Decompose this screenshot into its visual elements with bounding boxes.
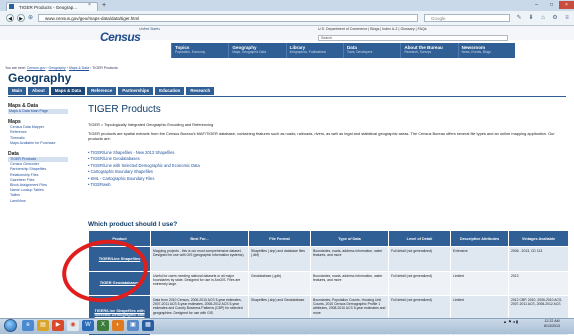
nav-subtitle: Maps, Geographic Data [232,50,266,54]
tab-close-icon[interactable]: × [88,2,91,8]
nav-newsroom[interactable]: Newsroom News, Events, Blogs [457,43,515,58]
table-cell: Full detail (not generalized) [388,271,451,296]
breadcrumb-link[interactable]: Geography [48,66,65,70]
table-cell: Geodatabase (.gdb) [248,271,311,296]
nav-subtitle: Research, Surveys [404,50,432,54]
site-search-input[interactable]: Search [318,35,508,41]
tab-maps-data[interactable]: Maps & Data [50,87,86,95]
table-header-row: Product Best For... File Format Type of … [88,230,569,247]
nav-about[interactable]: About the Bureau Research, Surveys [400,43,457,58]
excel-icon[interactable]: X [97,320,109,331]
breadcrumb-link[interactable]: Maps & Data [69,66,89,70]
folder-icon[interactable]: ▤ [37,320,49,331]
column-header: Level of Detail [388,230,451,247]
column-header: Descriptive Attributes [450,230,509,247]
census-favicon-icon [9,4,14,9]
table-cell: 2006 - 2013, CD 113 [508,246,569,272]
nav-subtitle: Infographics, Publications [289,50,326,54]
pencil-icon[interactable]: ✎ [515,14,523,22]
menu-icon[interactable]: ≡ [563,14,571,22]
gear-icon[interactable]: ⚙ [551,14,559,22]
table-row: TIGER Geodatabases Useful for users need… [88,271,569,296]
clock-date: 8/13/2013 [544,324,560,328]
sidebar-item-maps-data-main[interactable]: Maps & Data Main Page [8,109,68,115]
nav-library[interactable]: Library Infographics, Publications [285,43,343,58]
minimize-button[interactable]: – [529,1,544,9]
site-identity-icon[interactable]: ⊕ [28,14,33,21]
product-link-list: TIGER/Line Shapefiles - New 2013 Shapefi… [88,150,200,188]
table-cell: Limited [450,271,509,296]
table-cell: Boundaries, roads, address information, … [310,271,389,296]
nav-data[interactable]: Data Tools, Developers [342,43,400,58]
nav-subtitle: Population, Economy [175,50,206,54]
new-tab-button[interactable]: + [102,2,106,10]
tab-education[interactable]: Education [155,87,185,95]
address-bar[interactable]: www.census.gov/geo/maps-data/data/tiger.… [38,14,418,22]
breadcrumb-link[interactable]: Census.gov [27,66,45,70]
breadcrumb-current: TIGER Products [92,66,118,70]
forward-arrow-icon[interactable]: ▶ [17,14,25,22]
product-link[interactable]: TIGERweb [88,182,200,188]
maximize-button[interactable]: □ [544,1,559,9]
table-cell: Useful for users needing national datase… [150,271,249,296]
utility-links[interactable]: U.S. Department of Commerce | Blogs | In… [318,27,427,31]
table-cell: Full detail (not generalized) [388,246,451,272]
firefox-icon[interactable]: ◐ [112,320,124,331]
tab-about[interactable]: About [28,87,49,95]
breadcrumb-prefix: You are here: [5,66,27,70]
breadcrumb: You are here: Census.gov › Geography › M… [5,66,118,70]
media-player-icon[interactable]: ▶ [52,320,64,331]
section-tabs: Main About Maps & Data Reference Partner… [8,87,215,95]
sidebar-item-landview[interactable]: LandView [8,199,68,204]
table-cell: Mapping projects - this is our most comp… [150,246,249,272]
nav-geography[interactable]: Geography Maps, Geographic Data [228,43,285,58]
browser-tab[interactable]: TIGER Products - Geograp... [6,2,98,11]
column-header: File Format [248,230,311,247]
tab-title: TIGER Products - Geograp... [19,5,78,10]
table-row: TIGER/Line Shapefiles Mapping projects -… [88,246,569,272]
acronym-text: TIGER = Topologically Integrated Geograp… [88,122,214,127]
app-icon[interactable]: ▣ [127,320,139,331]
sidebar-item-maps-for-purchase[interactable]: Maps Available for Purchase [8,141,68,146]
download-arrow-icon[interactable]: ⬇ [527,14,535,22]
browser-search-input[interactable]: Google [424,14,510,22]
intro-paragraph: TIGER products are spatial extracts from… [88,131,555,141]
column-header: Best For... [150,230,249,247]
back-arrow-icon[interactable]: ◀ [6,14,14,22]
tab-partnerships[interactable]: Partnerships [118,87,154,95]
start-button[interactable] [4,319,17,332]
word-icon[interactable]: W [82,320,94,331]
system-tray[interactable]: ▲ ⚑ ◂ ▮ [503,319,518,324]
nav-subtitle: News, Events, Blogs [461,50,491,54]
divider [8,96,566,97]
column-header: Vintages Available [508,230,569,247]
census-logo[interactable]: United States Census [100,27,160,50]
window-controls: – □ × [529,1,574,9]
content-heading: TIGER Products [88,104,161,115]
site-main-nav: Topics Population, Economy Geography Maps,… [171,43,515,58]
home-icon[interactable]: ⌂ [539,14,547,22]
clock[interactable]: 12:22 AM 8/13/2013 [544,319,560,329]
table-cell: Boundaries, roads, address information, … [310,246,389,272]
chrome-icon[interactable]: ◉ [67,320,79,331]
tab-research[interactable]: Research [186,87,215,95]
table-cell: Shapefiles (.shp) and database files (.d… [248,246,311,272]
tab-reference[interactable]: Reference [87,87,117,95]
page-title: Geography [8,71,72,85]
table-heading: Which product should I use? [88,221,178,228]
left-sidebar: Maps & Data Maps & Data Main Page Maps C… [8,100,68,204]
nav-topics[interactable]: Topics Population, Economy [171,43,228,58]
ie-icon[interactable]: e [22,320,34,331]
table-cell: Extensive [450,246,509,272]
app-icon[interactable]: ▦ [142,320,154,331]
nav-subtitle: Tools, Developers [346,50,373,54]
logo-wordmark: Census [100,30,141,44]
tab-main[interactable]: Main [8,87,27,95]
column-header: Type of Data [310,230,389,247]
table-cell: 2013 [508,271,569,296]
close-window-button[interactable]: × [559,1,574,9]
